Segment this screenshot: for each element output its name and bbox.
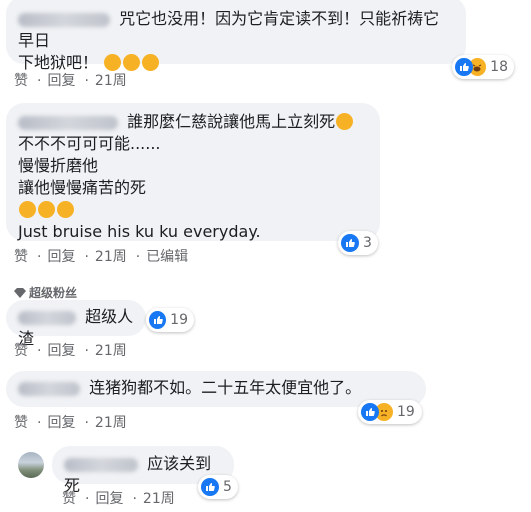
- like-link[interactable]: 赞: [14, 343, 28, 359]
- avatar[interactable]: [18, 452, 44, 478]
- reply-link[interactable]: 回复: [95, 491, 123, 507]
- reaction-summary[interactable]: 5: [198, 475, 238, 499]
- comment-text: 不不不可可可能......: [18, 134, 161, 153]
- reaction-summary[interactable]: 19: [358, 400, 422, 424]
- blurred-username: [18, 310, 76, 325]
- angry-emoji: [336, 113, 354, 130]
- comment-text: 慢慢折磨他: [18, 156, 99, 175]
- comment-actions: 赞 · 回复 · 21周 · 已编辑: [14, 249, 189, 265]
- comment-actions: 赞 · 回复 · 21周: [14, 343, 127, 359]
- like-link[interactable]: 赞: [14, 249, 28, 265]
- angry-emoji: [38, 201, 55, 218]
- blurred-username: [18, 12, 110, 27]
- comment-text: Just bruise his ku ku everyday.: [18, 222, 261, 241]
- timestamp[interactable]: 21周: [143, 491, 175, 507]
- like-icon: [361, 403, 379, 421]
- comment-text: 讓他慢慢痛苦的死: [18, 178, 147, 197]
- timestamp[interactable]: 21周: [95, 249, 127, 265]
- comment-text: 誰那麼仁慈說讓他馬上立刻死: [127, 112, 336, 131]
- comment-bubble: 超级人渣: [6, 300, 146, 348]
- diamond-icon: [14, 288, 26, 298]
- blurred-username: [18, 115, 118, 130]
- comment-bubble: 咒它也没用！因为它肯定读不到！只能祈祷它早日 下地狱吧！: [6, 0, 466, 72]
- like-icon: [341, 234, 359, 252]
- top-fan-badge: 超级粉丝: [14, 284, 77, 301]
- comment-bubble: 誰那麼仁慈說讓他馬上立刻死 不不不可可可能...... 慢慢折磨他 讓他慢慢痛苦…: [6, 103, 380, 241]
- comment-text: 连猪狗都不如。二十五年太便宜他了。: [89, 378, 362, 397]
- comment-actions: 赞 · 回复 · 21周: [14, 73, 127, 89]
- edited-label: 已编辑: [146, 249, 189, 265]
- like-icon: [455, 58, 473, 76]
- angry-emoji: [57, 201, 74, 218]
- reply-link[interactable]: 回复: [47, 73, 75, 89]
- timestamp[interactable]: 21周: [95, 73, 127, 89]
- laughing-crying-emoji: [123, 54, 141, 71]
- laughing-crying-emoji: [142, 54, 160, 71]
- reaction-count: 19: [170, 312, 188, 328]
- laughing-crying-emoji: [104, 54, 122, 71]
- like-link[interactable]: 赞: [14, 415, 28, 431]
- like-icon: [201, 478, 219, 496]
- comment-actions: 赞 · 回复 · 21周: [14, 415, 127, 431]
- reply-link[interactable]: 回复: [47, 249, 75, 265]
- reaction-summary[interactable]: 3: [338, 231, 378, 255]
- like-link[interactable]: 赞: [14, 73, 28, 89]
- angry-emoji: [19, 201, 36, 218]
- like-icon: [149, 311, 167, 329]
- comment-actions: 赞 · 回复 · 21周: [62, 491, 175, 507]
- like-link[interactable]: 赞: [62, 491, 76, 507]
- reaction-count: 5: [223, 479, 232, 495]
- reaction-count: 3: [363, 235, 372, 251]
- reply-link[interactable]: 回复: [47, 343, 75, 359]
- timestamp[interactable]: 21周: [95, 343, 127, 359]
- blurred-username: [18, 381, 80, 396]
- reaction-count: 19: [397, 404, 415, 420]
- reply-link[interactable]: 回复: [47, 415, 75, 431]
- timestamp[interactable]: 21周: [95, 415, 127, 431]
- reaction-summary[interactable]: 18: [452, 55, 514, 79]
- reaction-summary[interactable]: 19: [146, 308, 194, 332]
- reaction-count: 18: [490, 59, 508, 75]
- blurred-username: [64, 457, 138, 472]
